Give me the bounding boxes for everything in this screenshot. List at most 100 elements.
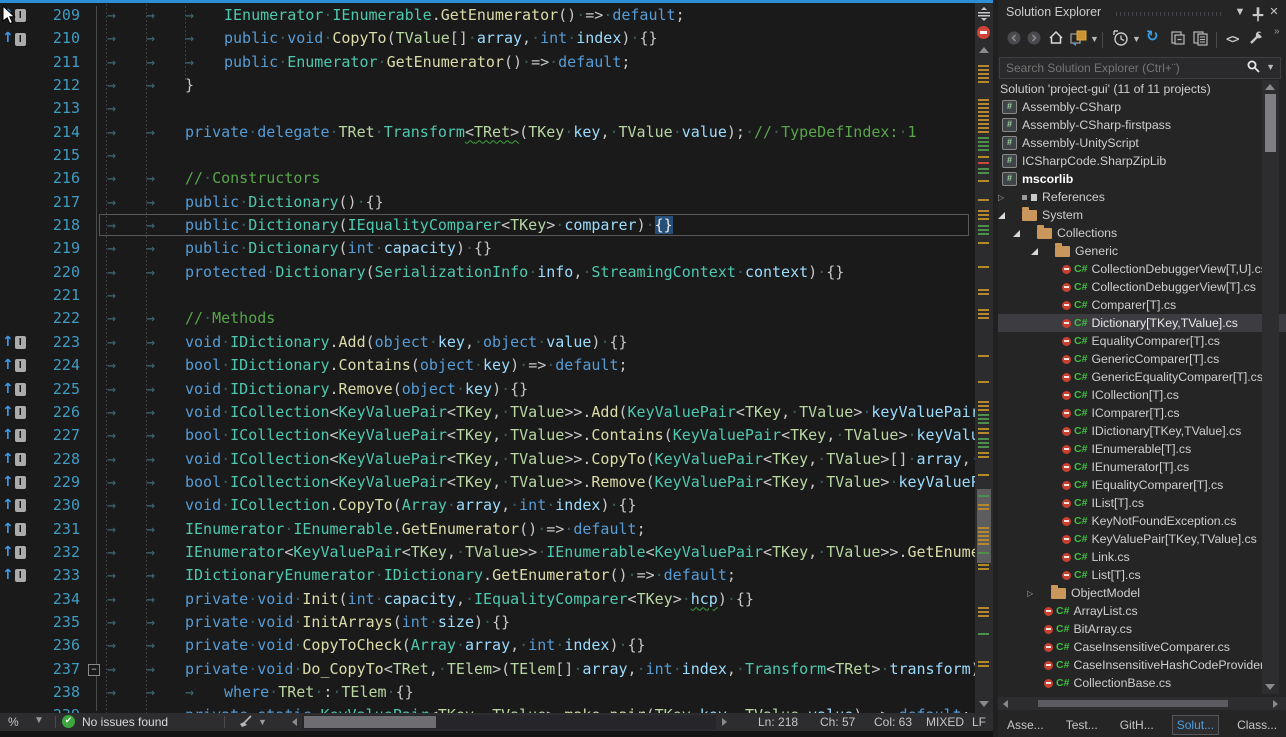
panel-tab[interactable]: GitH... [1116, 716, 1158, 734]
implements-gutter-icon[interactable]: ↑I [0, 448, 30, 471]
outline-margin[interactable] [82, 588, 107, 611]
implements-gutter-icon[interactable]: ↑I [0, 401, 30, 424]
tree-row[interactable]: Collections [998, 224, 1286, 242]
tree-row[interactable]: System [998, 206, 1286, 224]
pin-icon[interactable] [1250, 6, 1266, 22]
collapse-all-icon[interactable] [1170, 30, 1186, 46]
tree-row[interactable]: C#Dictionary[TKey,TValue].cs [998, 314, 1286, 332]
outline-margin[interactable] [82, 214, 107, 237]
tree-hscrollbar-thumb[interactable] [1038, 700, 1228, 707]
tree-row[interactable]: C#BitArray.cs [998, 620, 1286, 638]
outline-margin[interactable] [82, 494, 107, 517]
cleanup-dropdown-icon[interactable]: ▼ [258, 717, 267, 727]
line-number[interactable]: 212 [30, 74, 82, 97]
outline-margin[interactable] [82, 448, 107, 471]
outline-margin[interactable] [82, 27, 107, 50]
line-number[interactable]: 223 [30, 331, 82, 354]
implements-gutter-icon[interactable]: ↑I [0, 27, 30, 50]
line-number[interactable]: 219 [30, 237, 82, 260]
pending-changes-dropdown-icon[interactable]: ▼ [1132, 34, 1141, 44]
code-line[interactable]: 213→ [0, 97, 975, 120]
line-number[interactable]: 211 [30, 51, 82, 74]
line-number[interactable]: 225 [30, 378, 82, 401]
outline-margin[interactable] [82, 191, 107, 214]
tree-row[interactable]: C#KeyValuePair[TKey,TValue].cs [998, 530, 1286, 548]
refresh-icon[interactable]: ↻ [1146, 27, 1159, 45]
tree-row[interactable]: C#GenericEqualityComparer[T].cs [998, 368, 1286, 386]
line-number[interactable]: 226 [30, 401, 82, 424]
implements-gutter-icon[interactable]: ↑I [0, 494, 30, 517]
line-number[interactable]: 238 [30, 681, 82, 704]
line-number[interactable]: 227 [30, 424, 82, 447]
line-number[interactable]: 217 [30, 191, 82, 214]
switch-views-dropdown-icon[interactable]: ▼ [1090, 34, 1099, 44]
tree-row[interactable]: ▷References [998, 188, 1286, 206]
code-line[interactable]: ↑I231→→IEnumerator·IEnumerable.GetEnumer… [0, 518, 975, 541]
outline-margin[interactable] [82, 284, 107, 307]
code-line[interactable]: 238→→→where·TRet·:·TElem·{} [0, 681, 975, 704]
back-icon[interactable] [1006, 30, 1022, 46]
code-line[interactable]: 236→→private·void·CopyToCheck(Array·arra… [0, 634, 975, 657]
tree-collapsed-icon[interactable]: ▷ [1027, 589, 1041, 598]
code-viewport[interactable]: ↑I209→→→IEnumerator·IEnumerable.GetEnume… [0, 4, 975, 713]
code-line[interactable]: ↑I224→→bool·IDictionary.Contains(object·… [0, 354, 975, 377]
tree-row[interactable]: C#KeyNotFoundException.cs [998, 512, 1286, 530]
outline-margin[interactable] [82, 307, 107, 330]
hscroll-right-arrow-icon[interactable] [1273, 700, 1278, 708]
forward-icon[interactable] [1026, 30, 1042, 46]
outline-margin[interactable] [82, 424, 107, 447]
line-number[interactable]: 210 [30, 27, 82, 50]
outline-margin[interactable] [82, 261, 107, 284]
line-number[interactable]: 232 [30, 541, 82, 564]
outline-margin[interactable] [82, 331, 107, 354]
hscroll-right-arrow-icon[interactable] [722, 718, 727, 726]
code-line[interactable]: 239→→private·static·KeyValuePair<TKey,·T… [0, 704, 975, 713]
line-number[interactable]: 214 [30, 121, 82, 144]
panel-tab[interactable]: Asse... [1003, 716, 1048, 734]
hscroll-left-arrow-icon[interactable] [1003, 700, 1008, 708]
search-input[interactable] [1000, 58, 1234, 77]
implements-gutter-icon[interactable]: ↑I [0, 541, 30, 564]
editor-vertical-scrollbar[interactable] [975, 3, 993, 713]
outline-margin[interactable] [82, 97, 107, 120]
implements-gutter-icon[interactable]: ↑I [0, 378, 30, 401]
tree-row[interactable]: C#CollectionBase.cs [998, 674, 1286, 692]
tree-row[interactable]: C#Link.cs [998, 548, 1286, 566]
outline-margin[interactable] [82, 354, 107, 377]
code-line[interactable]: 234→→private·void·Init(int·capacity,·IEq… [0, 588, 975, 611]
scroll-up-arrow-icon[interactable] [1265, 84, 1275, 90]
code-line[interactable]: ↑I225→→void·IDictionary.Remove(object·ke… [0, 378, 975, 401]
tree-row[interactable]: #Assembly-CSharp [998, 98, 1286, 116]
outline-margin[interactable] [82, 518, 107, 541]
tree-row[interactable]: Solution 'project-gui' (11 of 11 project… [998, 80, 1286, 98]
code-line[interactable]: 217→→public·Dictionary()·{} [0, 191, 975, 214]
tree-row[interactable]: C#EqualityComparer[T].cs [998, 332, 1286, 350]
outline-margin[interactable] [82, 681, 107, 704]
line-number[interactable]: 236 [30, 634, 82, 657]
tree-collapsed-icon[interactable]: ▷ [998, 193, 1012, 202]
implements-gutter-icon[interactable]: ↑I [0, 518, 30, 541]
tree-horizontal-scrollbar[interactable] [998, 697, 1286, 710]
zoom-dropdown-icon[interactable]: ▼ [34, 715, 44, 726]
split-editor-handle-icon[interactable] [978, 7, 990, 21]
code-cleanup-broom-icon[interactable] [238, 715, 253, 729]
code-line[interactable]: ↑I229→→bool·ICollection<KeyValuePair<TKe… [0, 471, 975, 494]
outline-margin[interactable] [82, 121, 107, 144]
code-line[interactable]: 211→→→public·Enumerator·GetEnumerator()·… [0, 51, 975, 74]
home-icon[interactable] [1048, 30, 1064, 45]
code-line[interactable]: 235→→private·void·InitArrays(int·size)·{… [0, 611, 975, 634]
tree-row[interactable]: C#CollectionDebuggerView[T,U].cs [998, 260, 1286, 278]
tree-row[interactable]: C#CaseInsensitiveComparer.cs [998, 638, 1286, 656]
outline-margin[interactable] [82, 634, 107, 657]
tree-row[interactable]: #Assembly-CSharp-firstpass [998, 116, 1286, 134]
outline-margin[interactable] [82, 144, 107, 167]
panel-tab[interactable]: Solut... [1172, 715, 1219, 735]
line-number[interactable]: 239 [30, 704, 82, 713]
code-line[interactable]: ↑I228→→void·ICollection<KeyValuePair<TKe… [0, 448, 975, 471]
code-line[interactable]: ↑I232→→IEnumerator<KeyValuePair<TKey,·TV… [0, 541, 975, 564]
code-line[interactable]: ↑I227→→bool·ICollection<KeyValuePair<TKe… [0, 424, 975, 447]
code-line[interactable]: ↑I230→→void·ICollection.CopyTo(Array·arr… [0, 494, 975, 517]
tree-row[interactable]: ▷ObjectModel [998, 584, 1286, 602]
tree-expanded-icon[interactable] [1031, 248, 1045, 255]
line-number[interactable]: 230 [30, 494, 82, 517]
